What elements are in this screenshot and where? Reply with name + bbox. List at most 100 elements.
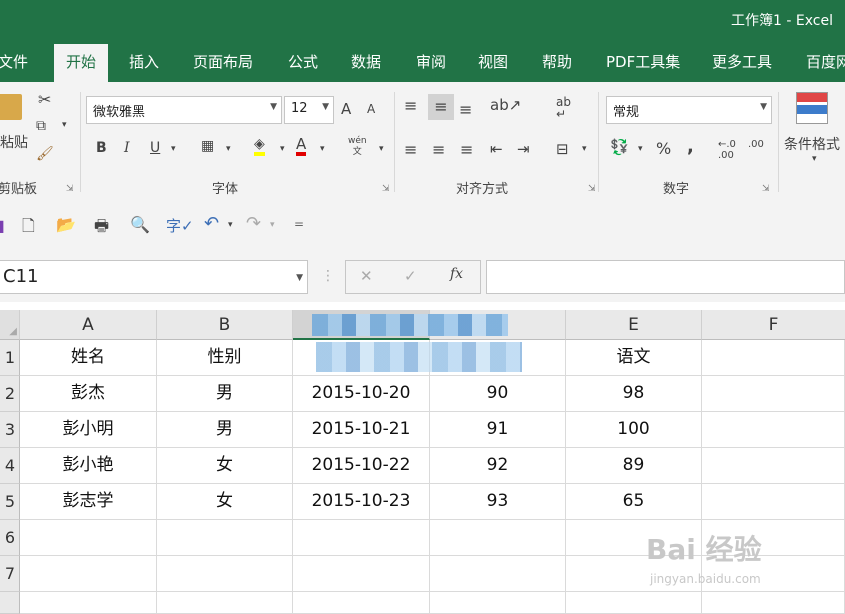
tab-home[interactable]: 开始 <box>54 44 109 82</box>
cell-f5[interactable] <box>702 484 845 520</box>
cell-d6[interactable] <box>430 520 566 556</box>
tab-more-tools[interactable]: 更多工具 <box>712 51 772 72</box>
cell-b7[interactable] <box>157 556 293 592</box>
tab-review[interactable]: 审阅 <box>416 51 446 72</box>
open-folder-icon[interactable]: 📂 <box>56 215 76 234</box>
spelling-icon[interactable]: 字✓ <box>166 215 194 236</box>
tab-page-layout[interactable]: 页面布局 <box>193 51 253 72</box>
redo-icon[interactable]: ↷ <box>246 213 261 234</box>
row-header-1[interactable]: 1 <box>0 340 20 376</box>
conditional-format-icon[interactable] <box>796 92 828 124</box>
enter-icon[interactable]: ✓ <box>404 267 417 285</box>
column-header-e[interactable]: E <box>566 310 702 340</box>
cell-a3[interactable]: 彭小明 <box>20 412 157 448</box>
decrease-decimal-icon[interactable]: .00 <box>748 139 764 150</box>
cell-b8[interactable] <box>157 592 293 614</box>
border-dropdown-icon[interactable]: ▾ <box>226 144 231 154</box>
conditional-format-dropdown-icon[interactable]: ▾ <box>812 154 817 164</box>
align-middle-icon[interactable]: ≡ <box>428 94 454 120</box>
insert-function-icon[interactable]: fx <box>450 266 463 282</box>
tab-insert[interactable]: 插入 <box>129 51 159 72</box>
increase-decimal-icon[interactable]: ←.0.00 <box>718 139 736 161</box>
align-left-icon[interactable]: ≡ <box>404 140 417 159</box>
cell-d8[interactable] <box>430 592 566 614</box>
cell-e3[interactable]: 100 <box>566 412 702 448</box>
row-header-7[interactable]: 7 <box>0 556 20 592</box>
row-header-3[interactable]: 3 <box>0 412 20 448</box>
merge-center-icon[interactable]: ⊟ <box>556 140 569 158</box>
phonetic-icon[interactable]: wén 文 <box>348 136 367 158</box>
select-all-corner[interactable]: ◢ <box>0 310 20 340</box>
formula-bar-splitter-icon[interactable]: ⋮ <box>321 268 335 284</box>
cancel-icon[interactable]: ✕ <box>360 267 373 285</box>
percent-button[interactable]: % <box>656 139 671 158</box>
font-name-select[interactable]: 微软雅黑 ▼ <box>86 96 282 124</box>
merge-dropdown-icon[interactable]: ▾ <box>582 144 587 154</box>
cell-b4[interactable]: 女 <box>157 448 293 484</box>
cell-c7[interactable] <box>293 556 430 592</box>
tab-file[interactable]: 文件 <box>0 51 28 72</box>
paste-button[interactable]: 粘贴 <box>0 132 28 152</box>
comma-button[interactable]: , <box>687 136 694 157</box>
cell-b1[interactable]: 性别 <box>157 340 293 376</box>
font-color-dropdown-icon[interactable]: ▾ <box>320 144 325 154</box>
font-size-select[interactable]: 12 ▼ <box>284 96 334 124</box>
copy-dropdown-icon[interactable]: ▾ <box>62 120 67 130</box>
undo-dropdown-icon[interactable]: ▾ <box>228 220 233 230</box>
cell-d2[interactable]: 90 <box>430 376 566 412</box>
cell-f3[interactable] <box>702 412 845 448</box>
align-top-icon[interactable]: ≡ <box>404 96 417 115</box>
font-launcher-icon[interactable]: ⇲ <box>382 184 390 194</box>
cell-e1[interactable]: 语文 <box>566 340 702 376</box>
column-header-b[interactable]: B <box>157 310 293 340</box>
cell-c4[interactable]: 2015-10-22 <box>293 448 430 484</box>
new-file-icon[interactable]: 🗋 <box>22 215 35 242</box>
cell-c6[interactable] <box>293 520 430 556</box>
tab-help[interactable]: 帮助 <box>542 51 572 72</box>
row-header-8[interactable] <box>0 592 20 614</box>
cell-a2[interactable]: 彭杰 <box>20 376 157 412</box>
cell-c8[interactable] <box>293 592 430 614</box>
cell-f4[interactable] <box>702 448 845 484</box>
cell-e5[interactable]: 65 <box>566 484 702 520</box>
cell-e8[interactable] <box>566 592 702 614</box>
formula-input[interactable] <box>486 260 845 294</box>
cell-d7[interactable] <box>430 556 566 592</box>
shrink-font-icon[interactable]: A <box>367 102 375 116</box>
row-header-4[interactable]: 4 <box>0 448 20 484</box>
font-color-icon[interactable]: A <box>296 136 307 156</box>
tab-baidu[interactable]: 百度网 <box>806 51 845 72</box>
cell-d4[interactable]: 92 <box>430 448 566 484</box>
name-box[interactable]: C11 ▼ <box>0 260 308 294</box>
save-icon[interactable]: ▮ <box>0 216 5 235</box>
print-preview-icon[interactable]: 🔍 <box>130 215 150 234</box>
cut-icon[interactable]: ✂ <box>38 90 51 109</box>
cell-e2[interactable]: 98 <box>566 376 702 412</box>
row-header-6[interactable]: 6 <box>0 520 20 556</box>
number-format-select[interactable]: 常规 ▼ <box>606 96 772 124</box>
cell-d3[interactable]: 91 <box>430 412 566 448</box>
copy-icon[interactable]: ⧉ <box>36 118 46 134</box>
number-launcher-icon[interactable]: ⇲ <box>762 184 770 194</box>
customize-toolbar-icon[interactable]: = <box>294 217 304 231</box>
cell-a8[interactable] <box>20 592 157 614</box>
cell-f2[interactable] <box>702 376 845 412</box>
cell-e4[interactable]: 89 <box>566 448 702 484</box>
paste-icon[interactable] <box>0 94 22 120</box>
row-header-2[interactable]: 2 <box>0 376 20 412</box>
tab-view[interactable]: 视图 <box>478 51 508 72</box>
undo-icon[interactable]: ↶ <box>204 213 219 234</box>
cell-b6[interactable] <box>157 520 293 556</box>
cell-c5[interactable]: 2015-10-23 <box>293 484 430 520</box>
align-center-icon[interactable]: ≡ <box>432 140 445 159</box>
fill-dropdown-icon[interactable]: ▾ <box>280 144 285 154</box>
tab-data[interactable]: 数据 <box>351 51 381 72</box>
decrease-indent-icon[interactable]: ⇤ <box>490 140 503 158</box>
format-painter-icon[interactable]: 🖌 <box>36 146 54 162</box>
phonetic-dropdown-icon[interactable]: ▾ <box>379 144 384 154</box>
underline-dropdown-icon[interactable]: ▾ <box>171 144 176 154</box>
tab-formulas[interactable]: 公式 <box>288 51 318 72</box>
cell-a4[interactable]: 彭小艳 <box>20 448 157 484</box>
currency-icon[interactable]: 💱 <box>610 138 629 156</box>
cell-c3[interactable]: 2015-10-21 <box>293 412 430 448</box>
